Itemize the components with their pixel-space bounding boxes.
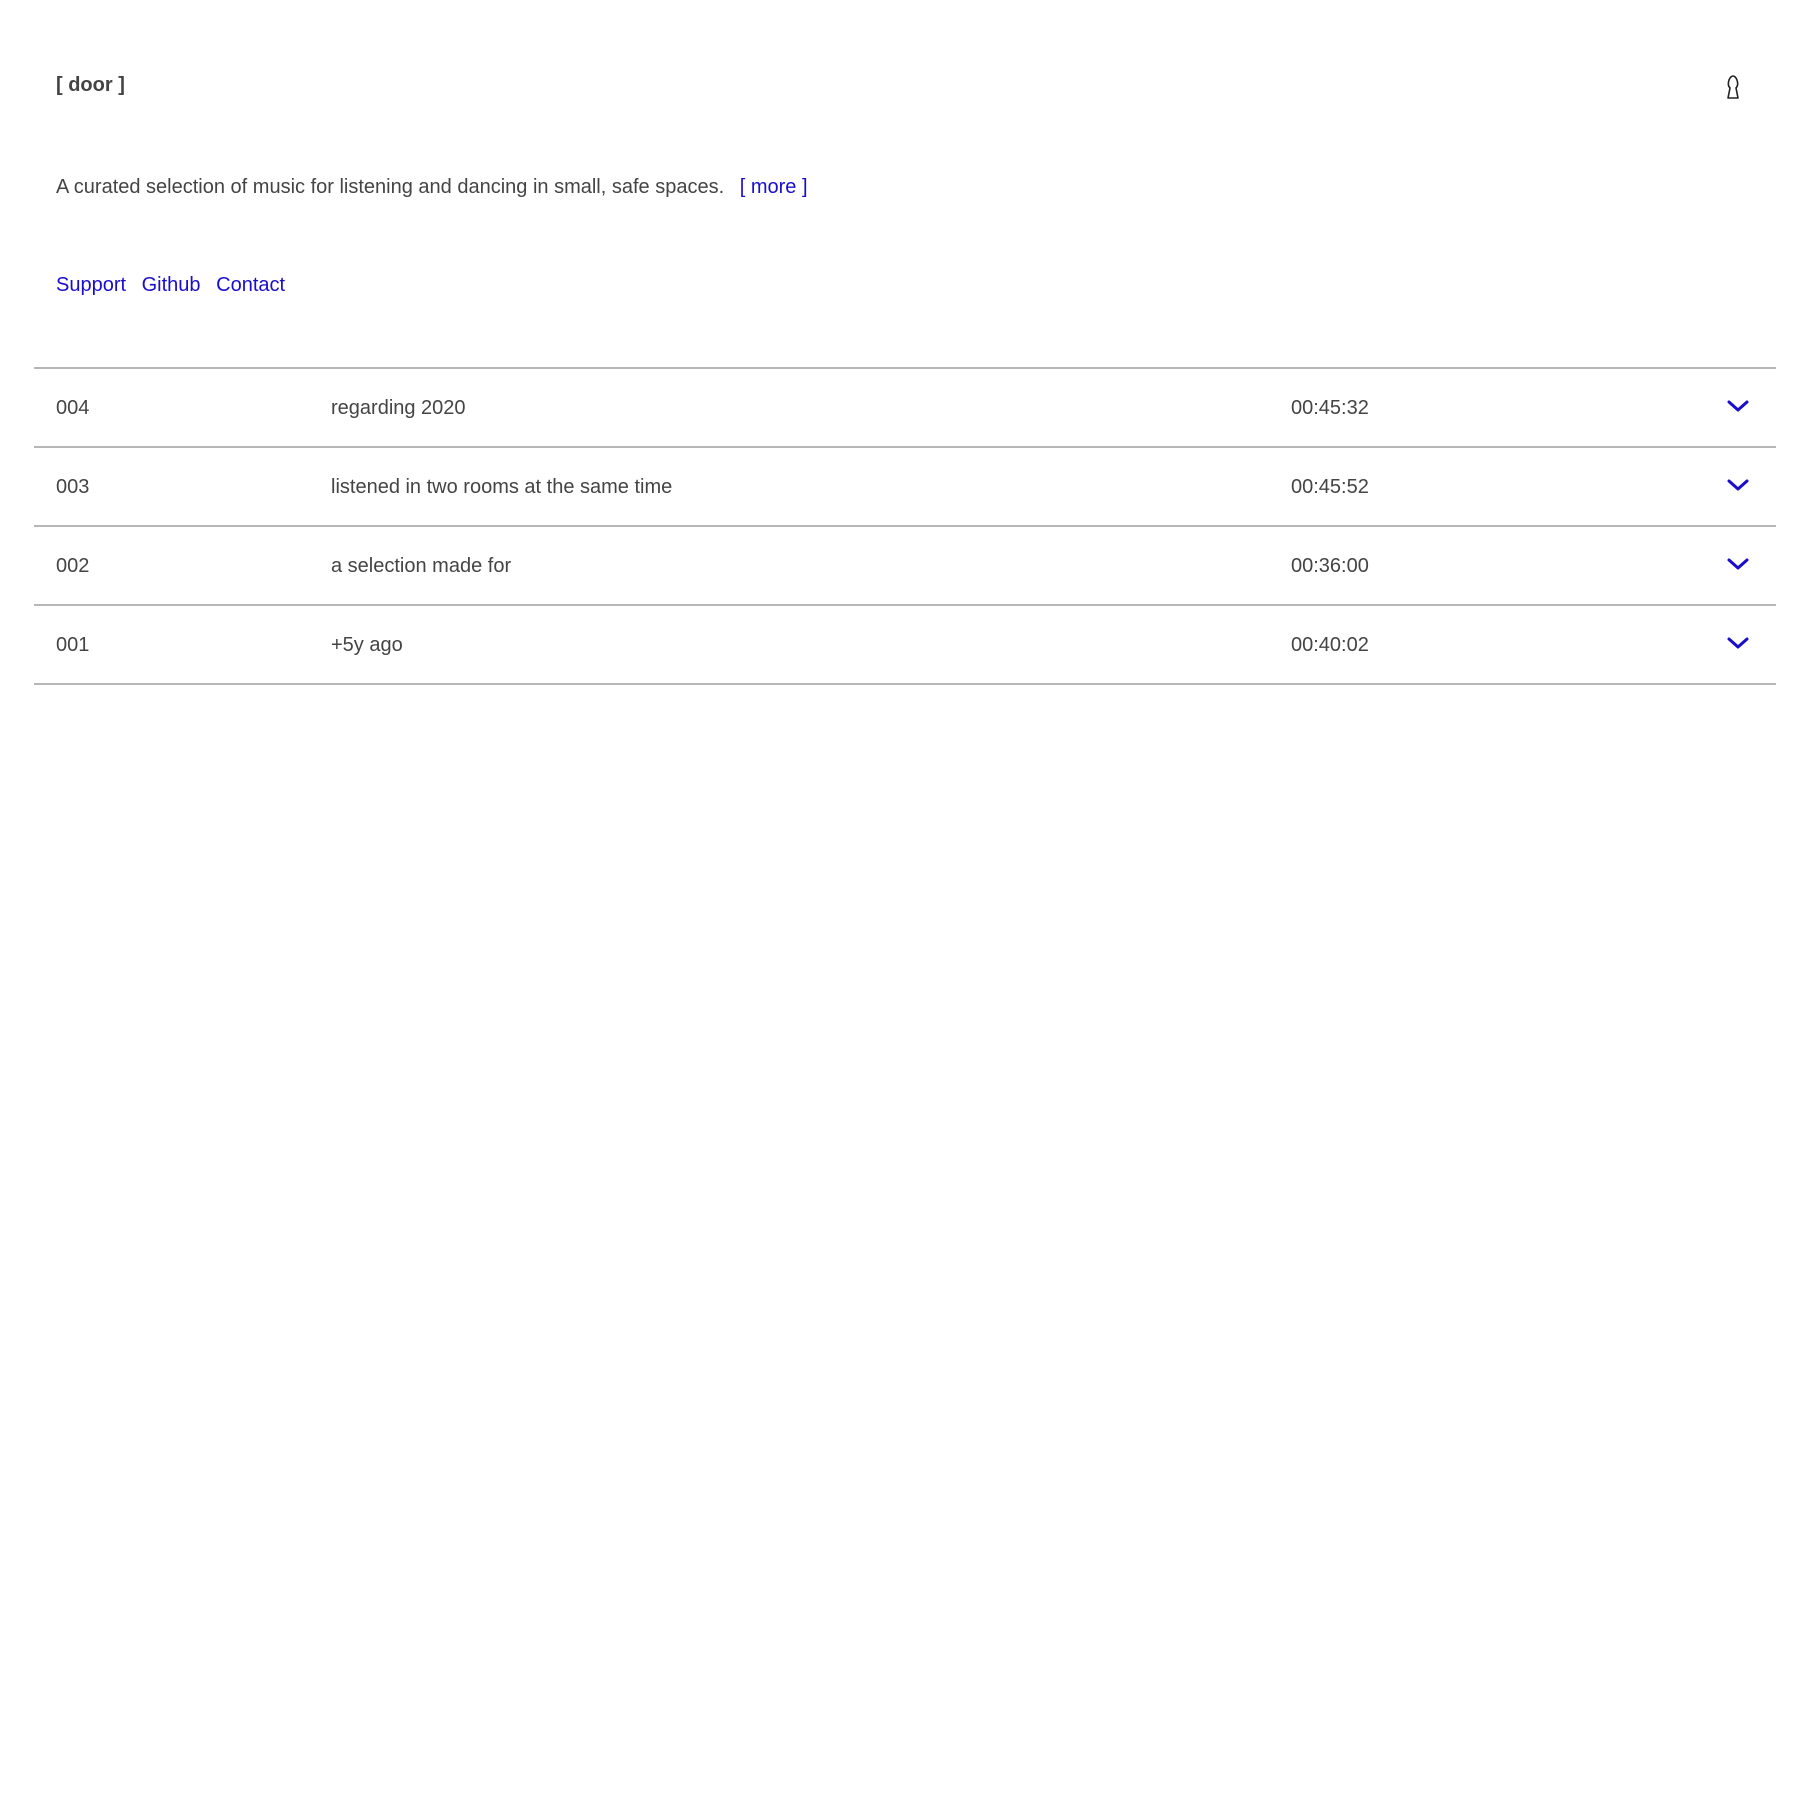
intro-text: A curated selection of music for listeni… (56, 176, 725, 198)
footer-links: Support Github Contact (56, 274, 295, 297)
track-title: regarding 2020 (331, 397, 466, 419)
more-link[interactable]: [ more ] (740, 176, 808, 198)
track-number: 003 (56, 476, 90, 498)
track-row[interactable]: 003 listened in two rooms at the same ti… (34, 448, 1776, 527)
intro-paragraph: A curated selection of music for listeni… (56, 176, 808, 199)
track-duration: 00:40:02 (1291, 634, 1369, 656)
chevron-down-icon[interactable] (1726, 634, 1750, 652)
track-number: 001 (56, 634, 90, 656)
site-header: [ door ] (56, 60, 1744, 110)
track-title: a selection made for (331, 555, 512, 577)
track-duration: 00:45:32 (1291, 397, 1369, 419)
track-title: +5y ago (331, 634, 403, 656)
track-list: 004 regarding 2020 00:45:32 003 listened… (34, 367, 1776, 685)
github-link[interactable]: Github (142, 274, 201, 296)
track-number: 004 (56, 397, 90, 419)
chevron-down-icon[interactable] (1726, 476, 1750, 494)
track-row[interactable]: 001 +5y ago 00:40:02 (34, 606, 1776, 685)
track-row[interactable]: 004 regarding 2020 00:45:32 (34, 369, 1776, 448)
track-duration: 00:36:00 (1291, 555, 1369, 577)
track-number: 002 (56, 555, 90, 577)
track-row[interactable]: 002 a selection made for 00:36:00 (34, 527, 1776, 606)
track-duration: 00:45:52 (1291, 476, 1369, 498)
door-keyhole-icon[interactable] (1722, 74, 1744, 100)
support-link[interactable]: Support (56, 274, 126, 296)
track-title: listened in two rooms at the same time (331, 476, 673, 498)
contact-link[interactable]: Contact (216, 274, 285, 296)
chevron-down-icon[interactable] (1726, 555, 1750, 573)
chevron-down-icon[interactable] (1726, 397, 1750, 415)
site-brand[interactable]: [ door ] (56, 74, 125, 97)
